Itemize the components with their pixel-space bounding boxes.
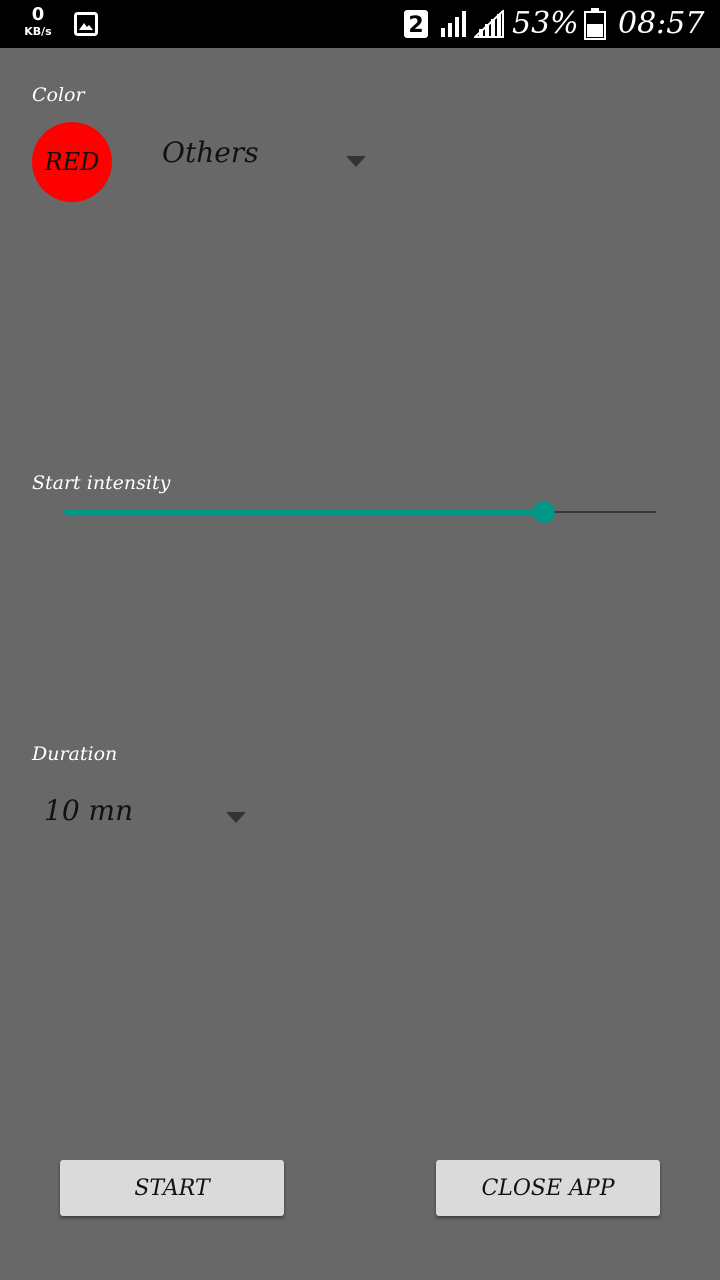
battery-percent: 53%: [512, 6, 579, 41]
app-screen: 0 KB/s 2 53% 08:57 Color RED Others Star…: [0, 0, 720, 1280]
dropdown-arrow-icon: [226, 812, 246, 823]
color-dropdown-value: Others: [162, 136, 259, 169]
signal-icon: [440, 10, 468, 42]
status-bar: 0 KB/s 2 53% 08:57: [0, 0, 720, 48]
close-app-button[interactable]: CLOSE APP: [436, 1160, 660, 1216]
network-speed-unit: KB/s: [24, 25, 52, 38]
start-button[interactable]: START: [60, 1160, 284, 1216]
duration-dropdown-value: 10 mn: [44, 794, 134, 827]
start-intensity-slider[interactable]: [64, 498, 656, 526]
duration-label: Duration: [32, 743, 118, 765]
slider-fill: [64, 509, 544, 515]
clock: 08:57: [618, 6, 705, 41]
network-speed-value: 0: [31, 4, 45, 25]
sim-slot-number: 2: [408, 13, 423, 38]
color-label: Color: [32, 84, 85, 106]
color-swatch-label: RED: [44, 148, 100, 176]
color-dropdown[interactable]: Others: [162, 132, 372, 182]
network-speed: 0 KB/s: [20, 4, 56, 38]
gallery-icon: [74, 12, 98, 40]
color-swatch[interactable]: RED: [32, 122, 112, 202]
battery-icon: [584, 8, 606, 44]
dropdown-arrow-icon: [346, 156, 366, 167]
start-intensity-label: Start intensity: [32, 472, 171, 494]
duration-dropdown[interactable]: 10 mn: [44, 790, 254, 840]
signal-icon: [472, 8, 504, 42]
sim-2-icon: 2: [404, 10, 428, 42]
slider-thumb[interactable]: [532, 501, 555, 523]
